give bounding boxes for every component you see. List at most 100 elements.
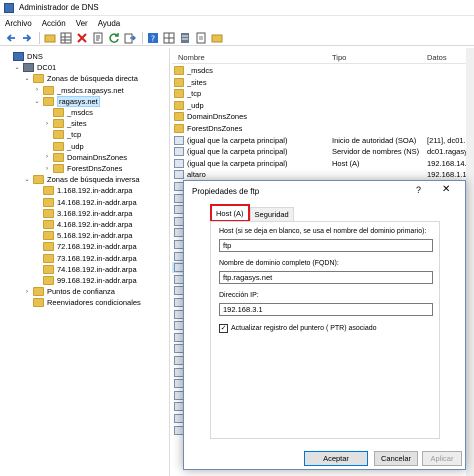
list-item[interactable]: _msdcs — [172, 65, 474, 76]
tree-item[interactable]: DNS — [3, 51, 43, 62]
close-icon[interactable]: ✕ — [442, 184, 450, 195]
tree-item[interactable]: › _sites — [43, 118, 87, 129]
host-label: Host (si se deja en blanco, se usa el no… — [219, 228, 427, 235]
ptr-checkbox[interactable]: ✓ — [219, 324, 228, 333]
ok-button[interactable]: Aceptar — [304, 451, 368, 466]
menu-ver[interactable]: Ver — [71, 19, 93, 28]
list-item[interactable]: _sites — [172, 77, 474, 88]
column-header-type[interactable]: Tipo — [332, 53, 346, 62]
vertical-scrollbar[interactable] — [466, 48, 474, 476]
chevron-right-icon[interactable]: › — [43, 153, 51, 161]
menu-accion[interactable]: Acción — [37, 19, 71, 28]
column-header-name[interactable]: Nombre — [178, 53, 205, 62]
tree-item[interactable]: 1.168.192.in-addr.arpa — [33, 185, 132, 196]
server-icon[interactable] — [178, 31, 192, 44]
tree-item[interactable]: 3.168.192.in-addr.arpa — [33, 208, 132, 219]
tab-host-a[interactable]: Host (A) — [210, 204, 250, 222]
forward-arrow-icon[interactable] — [20, 31, 34, 44]
tree-item[interactable]: ⌄ ragasys.net — [33, 95, 100, 107]
properties-icon[interactable] — [91, 31, 105, 44]
properties-dialog: Propiedades de ftp ? ✕ Host (A) Segurida… — [183, 180, 466, 470]
apply-button[interactable]: Aplicar — [422, 451, 462, 466]
tree-item-label: Puntos de confianza — [47, 287, 115, 297]
folder-icon — [53, 152, 64, 162]
tree-item[interactable]: ⌄ DC01 — [13, 62, 56, 73]
tree-item-label: ForestDnsZones — [67, 164, 123, 173]
help-icon[interactable]: ? — [416, 185, 421, 195]
cell-name: _msdcs — [187, 66, 213, 75]
delete-icon[interactable] — [75, 31, 89, 44]
document-icon[interactable] — [194, 31, 208, 44]
tree-item[interactable]: 99.168.192.in-addr.arpa — [33, 275, 137, 286]
fqdn-field[interactable] — [219, 271, 433, 284]
folder-icon — [43, 85, 54, 95]
list-item[interactable]: (igual que la carpeta principal) Host (A)… — [172, 158, 474, 169]
cancel-button[interactable]: Cancelar — [374, 451, 418, 466]
toolbar: ? — [0, 30, 474, 46]
chevron-right-icon[interactable]: › — [43, 120, 51, 128]
tree-item[interactable]: ⌄ Zonas de búsqueda directa — [23, 73, 138, 84]
tree-item[interactable]: › ForestDnsZones — [43, 163, 122, 174]
tree-item[interactable]: Reenviadores condicionales — [23, 297, 141, 308]
list-item[interactable]: (igual que la carpeta principal) Inicio d… — [172, 135, 474, 146]
host-input[interactable] — [219, 239, 433, 252]
folder-icon[interactable] — [43, 31, 57, 44]
help-icon[interactable]: ? — [146, 31, 160, 44]
folder-icon — [43, 96, 54, 106]
tree-item[interactable]: 74.168.192.in-addr.arpa — [33, 264, 137, 275]
list-item[interactable]: _udp — [172, 100, 474, 111]
record-icon — [174, 170, 184, 180]
tab-panel-host: Host (si se deja en blanco, se usa el no… — [210, 221, 440, 439]
folder-icon — [43, 197, 54, 207]
list-item[interactable]: DomainDnsZones — [172, 111, 474, 122]
folder-icon — [43, 231, 54, 241]
tree-item[interactable]: _tcp — [43, 129, 81, 140]
tree-item-label: 5.168.192.in-addr.arpa — [57, 231, 133, 241]
tree-item[interactable]: 14.168.192.in-addr.arpa — [33, 197, 137, 208]
ptr-checkbox-row[interactable]: ✓ Actualizar registro del puntero ( PTR)… — [219, 324, 377, 333]
tree-item[interactable]: ⌄ Zonas de búsqueda inversa — [23, 174, 140, 185]
grid-icon[interactable] — [162, 31, 176, 44]
tree-item[interactable]: 5.168.192.in-addr.arpa — [33, 230, 132, 241]
tab-seguridad[interactable]: Seguridad — [249, 207, 294, 221]
menu-ayuda[interactable]: Ayuda — [93, 19, 126, 28]
tree-item[interactable]: 4.168.192.in-addr.arpa — [33, 219, 132, 230]
refresh-icon[interactable] — [107, 31, 121, 44]
chevron-right-icon[interactable]: › — [33, 86, 41, 94]
chevron-right-icon[interactable]: › — [43, 165, 51, 173]
chevron-down-icon[interactable]: ⌄ — [33, 97, 41, 105]
list-item[interactable]: (igual que la carpeta principal) Servidor… — [172, 146, 474, 157]
tree-item[interactable]: 72.168.192.in-addr.arpa — [33, 241, 137, 252]
record-icon — [174, 158, 184, 168]
grid-icon[interactable] — [59, 31, 73, 44]
tree-item[interactable]: › Puntos de confianza — [23, 286, 115, 297]
tree-item[interactable]: _udp — [43, 141, 84, 152]
cell-type: Host (A) — [332, 158, 360, 168]
menu-archivo[interactable]: Archivo — [0, 19, 37, 28]
chevron-right-icon[interactable]: › — [23, 288, 31, 296]
back-arrow-icon[interactable] — [4, 31, 18, 44]
list-item[interactable]: _tcp — [172, 88, 474, 99]
tree-item[interactable]: 73.168.192.in-addr.arpa — [33, 253, 137, 264]
tree-item[interactable]: › _msdcs.ragasys.net — [33, 85, 124, 96]
dialog-title: Propiedades de ftp — [192, 187, 260, 196]
tree-item[interactable]: _msdcs — [43, 107, 93, 118]
folder-icon[interactable] — [210, 31, 224, 44]
list-item[interactable]: ForestDnsZones — [172, 123, 474, 134]
folder-icon — [174, 100, 184, 110]
cell-name: DomainDnsZones — [187, 112, 248, 122]
folder-icon — [43, 208, 54, 218]
toolbar-divider — [142, 31, 143, 44]
column-header-data[interactable]: Datos — [427, 53, 447, 62]
tree-item[interactable]: › DomainDnsZones — [43, 152, 127, 163]
export-icon[interactable] — [123, 31, 137, 44]
chevron-down-icon[interactable]: ⌄ — [13, 64, 21, 72]
dns-app-icon — [4, 2, 14, 13]
chevron-down-icon[interactable]: ⌄ — [23, 176, 31, 184]
list-item[interactable]: altaro 192.168.1.1 — [172, 169, 474, 180]
ip-address-input[interactable] — [219, 303, 433, 316]
chevron-down-icon[interactable]: ⌄ — [23, 75, 31, 83]
